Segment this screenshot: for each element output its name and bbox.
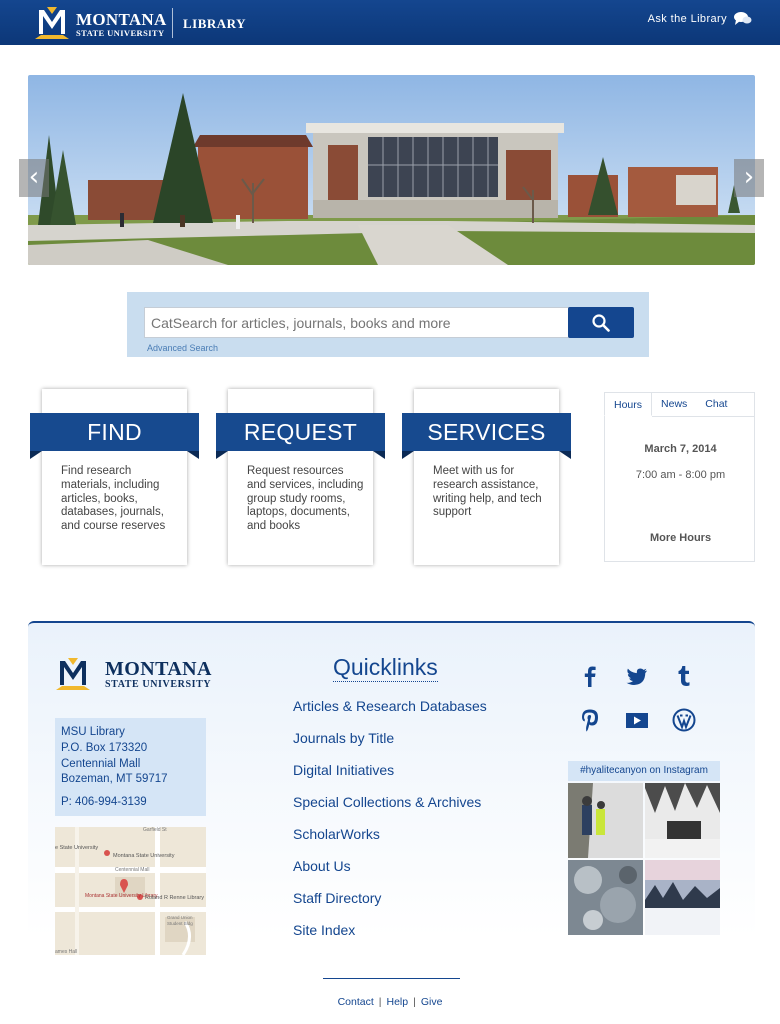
search-button[interactable] [568, 307, 634, 338]
quicklink-special-collections[interactable]: Special Collections & Archives [293, 793, 487, 825]
campus-map[interactable]: Garfield St e State University Montana S… [55, 827, 206, 955]
map-label: Student Bldg [167, 921, 193, 926]
youtube-icon[interactable] [624, 707, 650, 733]
wordpress-icon[interactable] [671, 707, 697, 733]
phone-number[interactable]: P: 406-994-3139 [61, 795, 200, 811]
library-label: LIBRARY [183, 16, 246, 31]
quicklink-about-us[interactable]: About Us [293, 857, 487, 889]
address-line: P.O. Box 173320 [61, 741, 148, 754]
tumblr-icon[interactable] [671, 663, 697, 689]
services-card-title: SERVICES [402, 413, 571, 459]
footer-logo-wordmark: MONTANA [105, 658, 212, 680]
logo-wordmark: MONTANA [76, 10, 167, 29]
address-line: Bozeman, MT 59717 [61, 773, 168, 786]
map-label: e State University [55, 845, 98, 851]
instagram-photo[interactable] [568, 860, 643, 935]
hours-widget: Hours News Chat March 7, 2014 7:00 am - … [604, 392, 755, 562]
carousel-prev-button[interactable]: ‹ [19, 159, 49, 197]
link-separator: | [378, 996, 382, 1008]
quicklinks-list: Articles & Research Databases Journals b… [293, 697, 487, 953]
ask-the-library-link[interactable]: Ask the Library [648, 11, 752, 27]
top-header: MONTANA STATE UNIVERSITY LIBRARY Ask the… [0, 0, 780, 45]
footer-msu-logo[interactable]: MONTANA STATE UNIVERSITY [53, 657, 223, 693]
find-card-description: Find research materials, including artic… [61, 465, 166, 533]
contact-link[interactable]: Contact [338, 996, 374, 1008]
find-card[interactable]: FIND Find research materials, including … [30, 389, 199, 565]
hours-date: March 7, 2014 [644, 443, 717, 455]
map-label: Roland R Renne Library [145, 895, 204, 901]
pinterest-icon[interactable] [577, 707, 603, 733]
advanced-search-link[interactable]: Advanced Search [147, 343, 218, 353]
instagram-feed-title[interactable]: #hyalitecanyon on Instagram [568, 761, 720, 781]
instagram-photo[interactable] [568, 783, 643, 858]
ask-the-library-label: Ask the Library [647, 13, 727, 25]
msu-m-logo-icon [56, 658, 90, 690]
help-link[interactable]: Help [386, 996, 408, 1008]
address-line: Centennial Mall [61, 757, 141, 770]
request-card-title: REQUEST [216, 413, 385, 459]
quicklink-digital-initiatives[interactable]: Digital Initiatives [293, 761, 487, 793]
map-label: Centennial Mall [115, 867, 149, 873]
services-card[interactable]: SERVICES Meet with us for research assis… [402, 389, 571, 565]
instagram-photo[interactable] [645, 783, 720, 858]
instagram-photo-grid [568, 783, 720, 935]
link-separator: | [413, 996, 416, 1008]
campus-photo-carousel[interactable] [28, 75, 755, 265]
tab-hours[interactable]: Hours [604, 392, 653, 416]
instagram-photo[interactable] [645, 860, 720, 935]
request-card-description: Request resources and services, includin… [247, 465, 364, 533]
msu-library-logo[interactable]: MONTANA STATE UNIVERSITY LIBRARY [33, 6, 246, 40]
services-card-description: Meet with us for research assistance, wr… [433, 465, 542, 519]
map-label: Garfield St [143, 827, 167, 833]
quicklink-staff-directory[interactable]: Staff Directory [293, 889, 487, 921]
library-building-photo [28, 75, 755, 265]
bottom-links: Contact | Help | Give [0, 996, 780, 1008]
address-line: MSU Library [61, 726, 125, 738]
campus-map-image: Garfield St e State University Montana S… [55, 827, 206, 955]
hours-time: 7:00 am - 8:00 pm [635, 469, 726, 481]
twitter-icon[interactable] [624, 663, 650, 689]
more-hours-link[interactable]: More Hours [605, 532, 756, 544]
give-link[interactable]: Give [421, 996, 443, 1008]
search-icon [592, 314, 610, 332]
msu-m-logo-icon [35, 7, 69, 39]
logo-divider [172, 8, 173, 38]
tab-divider [652, 416, 755, 417]
quicklink-journals[interactable]: Journals by Title [293, 729, 487, 761]
library-address: MSU Library P.O. Box 173320 Centennial M… [55, 718, 206, 816]
map-label: ames Hall [55, 949, 77, 955]
tab-news[interactable]: News [652, 392, 696, 416]
footer: MONTANA STATE UNIVERSITY MSU Library P.O… [28, 621, 755, 964]
chat-bubble-icon [734, 12, 752, 25]
hours-widget-tabs: Hours News Chat [604, 392, 736, 416]
catsearch-input[interactable] [144, 307, 569, 338]
tab-chat[interactable]: Chat [696, 392, 736, 416]
bottom-divider [323, 978, 460, 979]
quicklink-articles[interactable]: Articles & Research Databases [293, 697, 487, 729]
find-card-title: FIND [30, 413, 199, 459]
map-label: Montana State University [113, 853, 175, 859]
request-card[interactable]: REQUEST Request resources and services, … [216, 389, 385, 565]
catsearch-panel: Advanced Search [127, 292, 649, 357]
quicklink-site-index[interactable]: Site Index [293, 921, 487, 953]
quicklink-scholarworks[interactable]: ScholarWorks [293, 825, 487, 857]
facebook-icon[interactable] [577, 663, 603, 689]
map-label: Grand Union [167, 915, 193, 920]
logo-subtitle: STATE UNIVERSITY [76, 28, 165, 38]
carousel-next-button[interactable]: › [734, 159, 764, 197]
quicklinks-title: Quicklinks [333, 654, 438, 682]
footer-logo-subtitle: STATE UNIVERSITY [105, 679, 212, 690]
